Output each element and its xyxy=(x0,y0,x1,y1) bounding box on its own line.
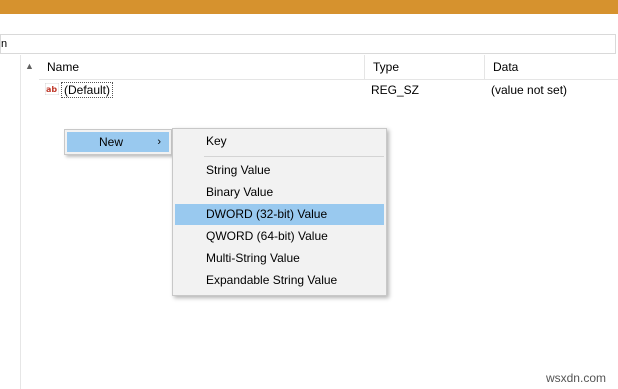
submenu-item-qword-value[interactable]: QWORD (64-bit) Value xyxy=(175,226,384,247)
submenu-item-label: DWORD (32-bit) Value xyxy=(206,207,328,221)
key-tree-pane: ▲ xyxy=(0,55,39,389)
menu-bar-area xyxy=(0,14,618,34)
submenu-item-dword-value[interactable]: DWORD (32-bit) Value xyxy=(175,204,384,225)
tree-scrollbar[interactable]: ▲ xyxy=(20,55,39,389)
watermark: wsxdn.com xyxy=(545,371,606,385)
value-type-cell: REG_SZ xyxy=(371,83,420,97)
chevron-right-icon: › xyxy=(157,136,161,148)
string-value-icon: ab xyxy=(44,81,60,96)
submenu-item-multi-string-value[interactable]: Multi-String Value xyxy=(175,248,384,269)
submenu-item-expandable-string-value[interactable]: Expandable String Value xyxy=(175,270,384,291)
list-item[interactable]: ab (Default) REG_SZ (value not set) xyxy=(39,80,618,100)
submenu-item-label: String Value xyxy=(206,163,271,177)
submenu-item-label: QWORD (64-bit) Value xyxy=(206,229,328,243)
address-bar-text: n xyxy=(1,38,8,50)
submenu-item-string-value[interactable]: String Value xyxy=(175,160,384,181)
column-header-type[interactable]: Type xyxy=(365,55,485,79)
value-data-cell: (value not set) xyxy=(491,83,568,97)
submenu-item-label: Key xyxy=(206,134,227,148)
submenu-item-label: Expandable String Value xyxy=(206,273,338,287)
submenu-item-label: Multi-String Value xyxy=(206,251,300,265)
context-menu-item-new[interactable]: New › xyxy=(67,132,169,152)
column-header: Name Type Data xyxy=(39,55,618,80)
window-title-bar xyxy=(0,0,618,14)
scroll-up-arrow-icon[interactable]: ▲ xyxy=(25,61,34,71)
new-submenu: Key String Value Binary Value DWORD (32-… xyxy=(172,128,387,296)
value-name: (Default) xyxy=(61,82,114,98)
submenu-item-binary-value[interactable]: Binary Value xyxy=(175,182,384,203)
value-name-cell: ab (Default) xyxy=(44,80,114,100)
column-header-data[interactable]: Data xyxy=(485,55,618,79)
submenu-item-key[interactable]: Key xyxy=(175,131,384,152)
context-menu-item-label: New xyxy=(99,135,124,149)
column-header-name[interactable]: Name xyxy=(39,55,365,79)
address-bar[interactable]: n xyxy=(0,34,616,54)
menu-separator xyxy=(204,156,384,157)
svg-text:ab: ab xyxy=(46,85,57,94)
submenu-item-label: Binary Value xyxy=(206,185,274,199)
context-menu: New › xyxy=(64,129,172,155)
